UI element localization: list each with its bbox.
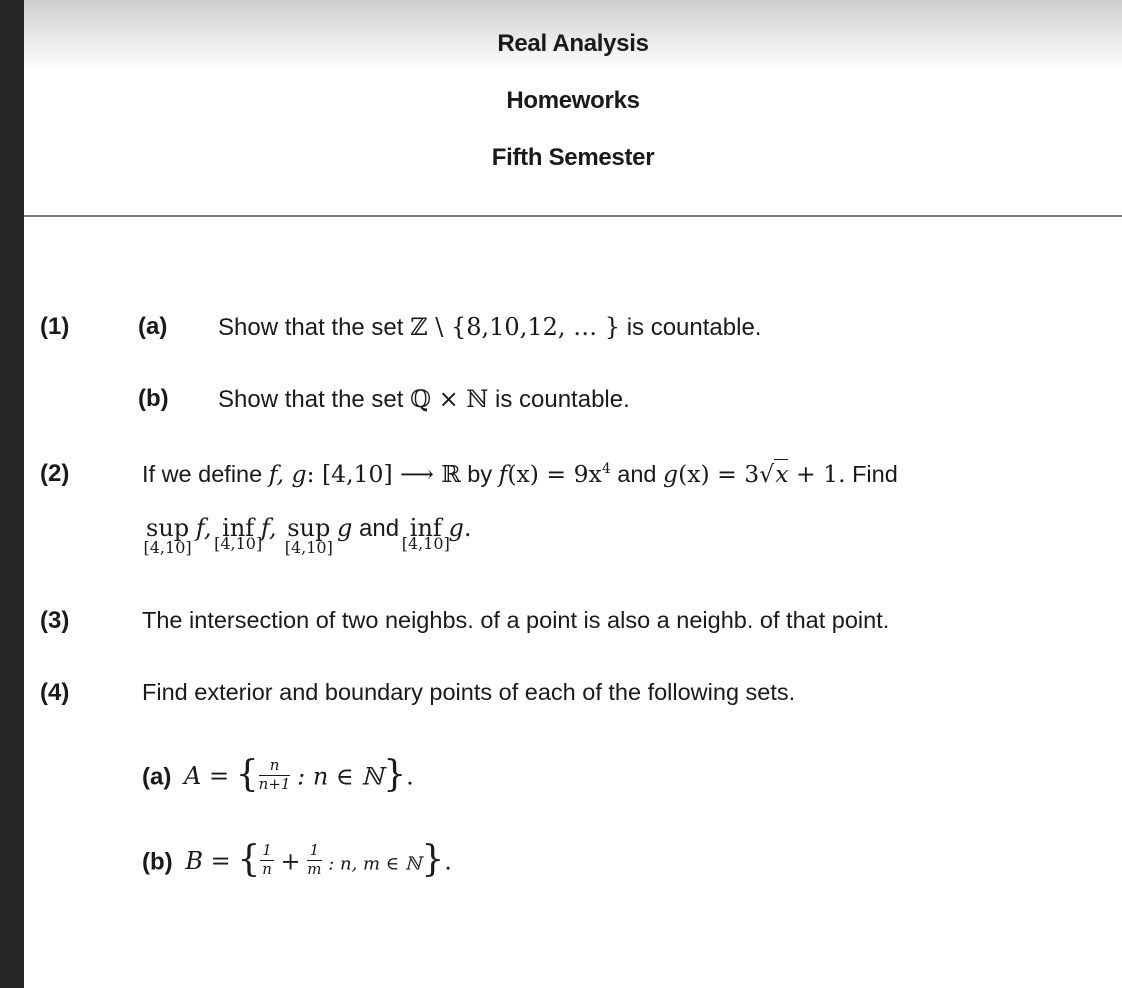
problem-3-text: The intersection of two neighbs. of a po… — [142, 607, 890, 633]
math-g: g — [448, 514, 464, 542]
problem-1-number: (1) — [40, 313, 70, 340]
problem-4a-label: (a) — [142, 763, 172, 791]
interval-subscript: [4,10] — [284, 538, 333, 557]
numerator: n — [258, 757, 291, 776]
math-set-expression: ℚ × ℕ — [410, 385, 489, 413]
denominator: m — [307, 859, 322, 878]
problem-1b-label: (b) — [138, 385, 169, 412]
text: and — [610, 460, 664, 487]
math-g: g — [337, 514, 353, 542]
period: . — [463, 514, 472, 542]
text: Find — [845, 460, 898, 487]
problem-3-number: (3) — [40, 607, 70, 634]
text: is countable. — [620, 314, 762, 341]
problem-1b-text: Show that the set ℚ × ℕ is countable. — [218, 387, 630, 412]
math-g: g — [663, 459, 679, 488]
problem-4b: (b) B = {1 n + 1m : n, m ∈ ℕ}. — [142, 842, 452, 881]
left-dark-border — [0, 0, 24, 988]
problem-4b-label: (b) — [142, 848, 173, 876]
problem-1a-label: (a) — [138, 313, 168, 340]
left-brace: { — [235, 754, 259, 795]
text-and: and — [352, 515, 406, 542]
problem-4-text: Find exterior and boundary points of eac… — [142, 679, 796, 705]
period: . — [444, 847, 452, 876]
right-brace: } — [421, 839, 445, 880]
sup-operator: sup [4,10] — [144, 516, 192, 556]
document-subtitle: Homeworks — [506, 87, 640, 114]
math-reals: ℝ — [441, 459, 461, 488]
interval-subscript: [4,10] — [143, 538, 192, 557]
text: Show that the set — [218, 386, 411, 413]
problem-4-number: (4) — [40, 679, 70, 706]
set-a-lhs: A = — [184, 762, 230, 791]
fraction-1-over-m: 1m — [307, 842, 322, 878]
interval-subscript: [4,10] — [214, 534, 263, 553]
denominator: n — [262, 859, 272, 878]
problem-2-number: (2) — [40, 460, 70, 487]
problem-2-line-1: If we define f, g: [4,10] ⟶ ℝ by f(x) = … — [142, 458, 898, 488]
set-a-condition: : n ∈ ℕ — [297, 762, 384, 791]
left-brace: { — [237, 839, 261, 880]
math-f: f — [195, 514, 204, 542]
math-domain: : [4,10] ⟶ — [306, 459, 442, 488]
comma: , — [203, 514, 212, 542]
denominator: n+1 — [258, 774, 291, 793]
math-plus-one: + 1. — [788, 459, 846, 488]
document-semester: Fifth Semester — [491, 144, 655, 171]
numerator: 1 — [260, 841, 274, 861]
period: . — [406, 762, 414, 791]
inf-operator: inf [4,10] — [214, 516, 262, 552]
interval-subscript: [4,10] — [401, 534, 450, 553]
problem-1a-text: Show that the set ℤ \ {8,10,12, … } is c… — [218, 315, 761, 340]
sup-operator: sup [4,10] — [285, 516, 333, 556]
math-exponent: 4 — [601, 461, 611, 477]
inf-operator: inf [4,10] — [402, 516, 450, 552]
problem-4a: (a) A = {n n+1 : n ∈ ℕ}. — [142, 757, 414, 796]
header-divider — [24, 215, 1122, 217]
set-b-condition: : n, m ∈ ℕ — [328, 853, 422, 875]
numerator: 1 — [307, 842, 322, 861]
math-set-expression: ℤ \ {8,10,12, … } — [410, 313, 621, 341]
plus-sign: + — [280, 847, 301, 876]
comma: , — [268, 514, 277, 542]
text: If we define — [142, 460, 269, 487]
text: is countable. — [488, 386, 630, 413]
math-g-def: (x) = 3√ — [678, 459, 775, 488]
fraction-1-over-n: 1n — [260, 842, 274, 878]
right-brace: } — [383, 754, 407, 795]
problem-2-line-2: sup [4,10] f, inf [4,10] f, sup [4,10] g an… — [144, 514, 472, 556]
set-b-lhs: B = — [185, 847, 231, 876]
text: by — [460, 460, 499, 487]
text: Show that the set — [218, 314, 411, 341]
math-f-def: (x) = 9x — [507, 459, 602, 488]
math-f-g: f, g — [268, 459, 307, 488]
fraction-n-over-n-plus-1: n n+1 — [258, 757, 291, 793]
math-sqrt-x: x — [774, 458, 789, 488]
document-title: Real Analysis — [497, 30, 649, 57]
